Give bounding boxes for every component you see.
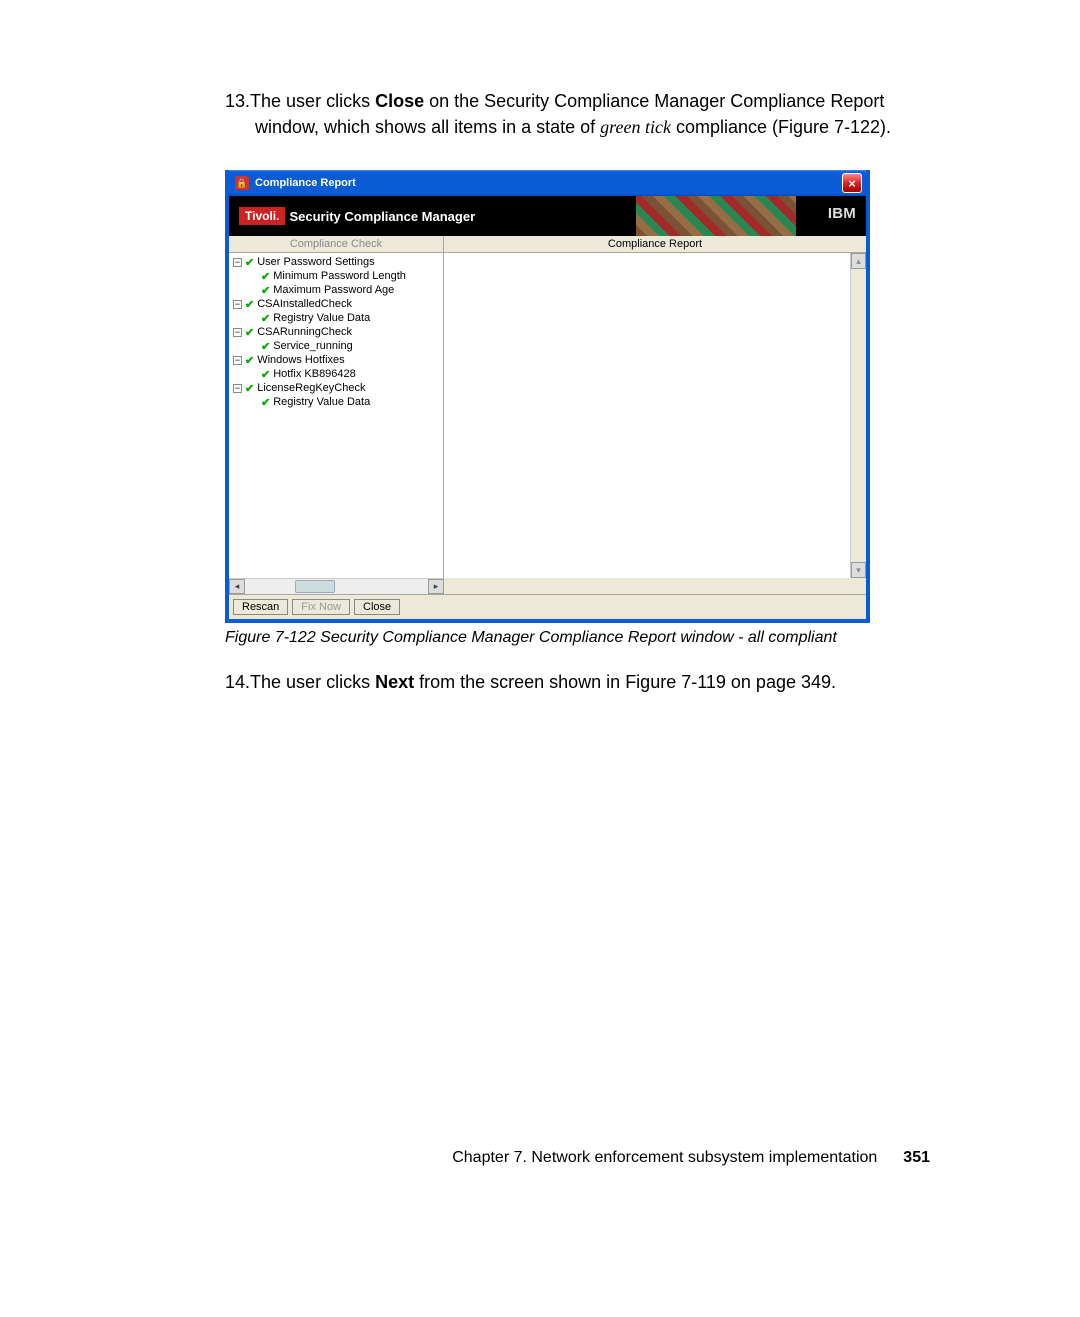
window-title-bar[interactable]: 🔒 Compliance Report ×: [229, 170, 866, 196]
tree-hscrollbar[interactable]: ◂ ▸: [229, 578, 444, 594]
tivoli-brand: Tivoli.: [239, 207, 285, 225]
tree-group[interactable]: −✔LicenseRegKeyCheck: [233, 381, 443, 395]
tree-pane: −✔User Password Settings✔Minimum Passwor…: [229, 253, 444, 578]
tree-child[interactable]: ✔Hotfix KB896428: [233, 367, 443, 381]
scroll-up-icon[interactable]: ▴: [851, 253, 866, 269]
compliance-report-window: 🔒 Compliance Report × Tivoli. Security C…: [225, 170, 870, 623]
tree-group[interactable]: −✔CSAInstalledCheck: [233, 297, 443, 311]
check-icon: ✔: [261, 340, 270, 353]
banner-artwork: [636, 196, 796, 236]
button-bar: Rescan Fix Now Close: [229, 594, 866, 619]
close-button[interactable]: Close: [354, 599, 400, 615]
tree-group-label: CSARunningCheck: [257, 326, 352, 338]
scroll-left-icon[interactable]: ◂: [229, 579, 245, 594]
tree-group[interactable]: −✔CSARunningCheck: [233, 325, 443, 339]
tree-child[interactable]: ✔Minimum Password Length: [233, 269, 443, 283]
check-icon: ✔: [261, 396, 270, 409]
col-header-compliance-check[interactable]: Compliance Check: [229, 236, 444, 252]
tree-child-label: Service_running: [273, 340, 353, 352]
tree-child-label: Registry Value Data: [273, 396, 370, 408]
tree-child[interactable]: ✔Service_running: [233, 339, 443, 353]
check-icon: ✔: [245, 298, 254, 311]
report-vscrollbar[interactable]: ▴ ▾: [850, 253, 866, 578]
expander-icon[interactable]: −: [233, 356, 242, 365]
tree-child[interactable]: ✔Registry Value Data: [233, 395, 443, 409]
col-header-compliance-report[interactable]: Compliance Report: [444, 236, 866, 252]
scroll-right-icon[interactable]: ▸: [428, 579, 444, 594]
check-icon: ✔: [261, 270, 270, 283]
tree-group-label: CSAInstalledCheck: [257, 298, 352, 310]
report-pane: ▴ ▾: [444, 253, 866, 578]
check-icon: ✔: [245, 326, 254, 339]
expander-icon[interactable]: −: [233, 258, 242, 267]
scroll-down-icon[interactable]: ▾: [851, 562, 866, 578]
check-icon: ✔: [245, 382, 254, 395]
scrollbar-thumb[interactable]: [295, 580, 335, 593]
tree-group[interactable]: −✔User Password Settings: [233, 255, 443, 269]
expander-icon[interactable]: −: [233, 300, 242, 309]
tree-group-label: LicenseRegKeyCheck: [257, 382, 365, 394]
check-icon: ✔: [261, 284, 270, 297]
step-14-text: 14.The user clicks Next from the screen …: [225, 669, 930, 695]
tree-group-label: User Password Settings: [257, 256, 374, 268]
tree-group-label: Windows Hotfixes: [257, 354, 344, 366]
fixnow-button: Fix Now: [292, 599, 350, 615]
check-icon: ✔: [261, 312, 270, 325]
tree-child-label: Maximum Password Age: [273, 284, 394, 296]
ibm-logo: IBM: [828, 205, 856, 222]
column-headers: Compliance Check Compliance Report: [229, 236, 866, 253]
tree-group[interactable]: −✔Windows Hotfixes: [233, 353, 443, 367]
banner-title: Security Compliance Manager: [289, 209, 475, 224]
window-title: Compliance Report: [255, 177, 356, 189]
step-13-text: 13.The user clicks Close on the Security…: [225, 88, 930, 140]
check-icon: ✔: [261, 368, 270, 381]
window-close-button[interactable]: ×: [842, 173, 862, 193]
rescan-button[interactable]: Rescan: [233, 599, 288, 615]
expander-icon[interactable]: −: [233, 328, 242, 337]
figure-caption: Figure 7-122 Security Compliance Manager…: [225, 629, 930, 647]
app-banner: Tivoli. Security Compliance Manager IBM: [229, 196, 866, 236]
tree-child-label: Registry Value Data: [273, 312, 370, 324]
page-footer: Chapter 7. Network enforcement subsystem…: [0, 1149, 1080, 1167]
lock-icon: 🔒: [235, 176, 249, 190]
tree-child[interactable]: ✔Registry Value Data: [233, 311, 443, 325]
expander-icon[interactable]: −: [233, 384, 242, 393]
tree-child-label: Minimum Password Length: [273, 270, 406, 282]
check-icon: ✔: [245, 256, 254, 269]
tree-child-label: Hotfix KB896428: [273, 368, 356, 380]
check-icon: ✔: [245, 354, 254, 367]
tree-child[interactable]: ✔Maximum Password Age: [233, 283, 443, 297]
